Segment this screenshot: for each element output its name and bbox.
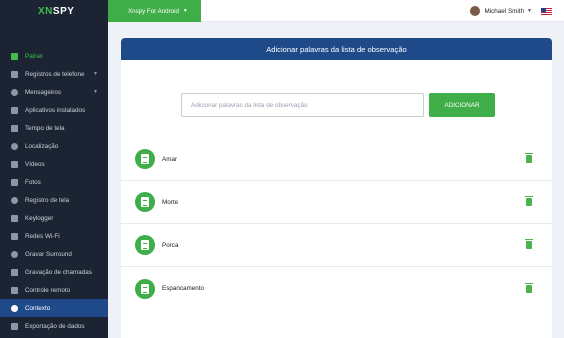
sidebar-item[interactable]: Keylogger <box>0 209 108 227</box>
sidebar-item-label: Gravar Surround <box>25 250 72 258</box>
remote-icon <box>11 286 18 294</box>
sidebar-item[interactable]: Gravar Surround <box>0 245 108 263</box>
sidebar-item-label: Painel <box>25 52 43 60</box>
photo-icon <box>11 178 18 186</box>
document-icon <box>135 149 155 169</box>
us-flag-icon[interactable] <box>541 7 552 15</box>
sidebar-item[interactable]: Registros de telefone ▼ <box>0 65 108 83</box>
sidebar-item[interactable]: Registro de tela <box>0 191 108 209</box>
gear-icon <box>11 304 18 312</box>
sidebar-item[interactable]: Painel <box>0 47 108 65</box>
watchlist-word: Morte <box>162 198 179 206</box>
sidebar-item-label: Exportação de dados <box>25 322 85 330</box>
logo-suffix: SPY <box>52 5 75 17</box>
document-icon <box>135 278 155 299</box>
sidebar-item[interactable]: Aplicativos instalados <box>0 101 108 119</box>
avatar <box>469 6 480 16</box>
sidebar-item[interactable]: Localização <box>0 137 108 155</box>
microphone-icon <box>11 250 18 258</box>
phone-icon <box>11 70 18 78</box>
trash-icon[interactable] <box>525 239 533 249</box>
sidebar-item-label: Localização <box>25 142 59 150</box>
sidebar-item-label: Registro de tela <box>25 196 70 204</box>
chevron-down-icon: ▼ <box>93 89 98 95</box>
watchlist-panel: Adicionar palavras da lista de observaçã… <box>121 38 552 338</box>
chevron-down-icon: ▼ <box>93 71 98 77</box>
watchlist-word: Amar <box>162 155 178 163</box>
document-icon <box>135 192 155 212</box>
call-record-icon <box>11 268 18 276</box>
watchlist-word: Espancamento <box>162 285 205 292</box>
watchlist-word-input[interactable] <box>181 93 424 117</box>
top-bar: Xnspy For Android ▼ Michael Smith ▼ <box>108 0 564 22</box>
trash-icon[interactable] <box>525 153 533 163</box>
sidebar-item[interactable]: Gravação de chamadas <box>0 263 108 281</box>
sidebar: XN SPY Painel Registros de telefone ▼ Mensag… <box>0 0 108 338</box>
sidebar-item-label: Redes Wi-Fi <box>25 232 60 240</box>
chat-icon <box>11 88 18 96</box>
watchlist-words: Amar Morte Porca Espancamento <box>121 138 552 310</box>
panel-title: Adicionar palavras da lista de observaçã… <box>121 38 552 60</box>
dashboard-icon <box>11 52 18 60</box>
sidebar-item-label: Contexto <box>25 304 51 312</box>
export-icon <box>11 322 18 330</box>
list-item: Amar <box>121 138 552 181</box>
location-icon <box>11 142 18 150</box>
sidebar-item-label: Fotos <box>25 178 41 186</box>
trash-icon[interactable] <box>525 282 533 293</box>
sidebar-item[interactable]: Vídeos <box>0 155 108 173</box>
wifi-icon <box>11 232 18 240</box>
sidebar-item[interactable]: Mensageiros ▼ <box>0 83 108 101</box>
sidebar-item-label: Controle remoto <box>25 286 71 294</box>
list-item: Morte <box>121 181 552 224</box>
keyboard-icon <box>11 214 18 222</box>
sidebar-item-label: Vídeos <box>25 160 45 168</box>
device-label: Xnspy For Android <box>128 7 179 15</box>
sidebar-item[interactable]: Redes Wi-Fi <box>0 227 108 245</box>
sidebar-item-label: Keylogger <box>25 214 54 222</box>
sidebar-nav: Painel Registros de telefone ▼ Mensageiros ▼… <box>0 47 108 335</box>
sidebar-item-label: Mensageiros <box>25 88 62 96</box>
app-logo[interactable]: XN SPY <box>0 0 108 22</box>
screen-record-icon <box>11 196 18 204</box>
sidebar-item-label: Registros de telefone <box>25 70 85 78</box>
user-name: Michael Smith <box>484 7 525 15</box>
chevron-down-icon: ▼ <box>182 8 188 14</box>
sidebar-item[interactable]: Fotos <box>0 173 108 191</box>
sidebar-item[interactable]: Contexto <box>0 299 108 317</box>
document-icon <box>135 235 155 255</box>
list-item: Espancamento <box>121 267 552 310</box>
apps-icon <box>11 106 18 114</box>
user-menu[interactable]: Michael Smith ▼ <box>469 0 552 22</box>
sidebar-item[interactable]: Controle remoto <box>0 281 108 299</box>
video-icon <box>11 160 18 168</box>
sidebar-item[interactable]: Tempo de tela <box>0 119 108 137</box>
logo-prefix: XN <box>38 5 53 17</box>
add-word-button[interactable]: ADICIONAR <box>429 93 495 117</box>
add-word-form: ADICIONAR <box>181 93 495 117</box>
trash-icon[interactable] <box>525 196 533 206</box>
sidebar-item[interactable]: Exportação de dados <box>0 317 108 335</box>
sidebar-item-label: Aplicativos instalados <box>25 106 86 114</box>
sidebar-item-label: Gravação de chamadas <box>25 268 92 276</box>
chevron-down-icon: ▼ <box>527 8 532 14</box>
watchlist-word: Porca <box>162 241 179 249</box>
list-item: Porca <box>121 224 552 267</box>
clock-icon <box>11 124 18 132</box>
sidebar-item-label: Tempo de tela <box>25 124 65 132</box>
device-selector[interactable]: Xnspy For Android ▼ <box>108 0 201 22</box>
